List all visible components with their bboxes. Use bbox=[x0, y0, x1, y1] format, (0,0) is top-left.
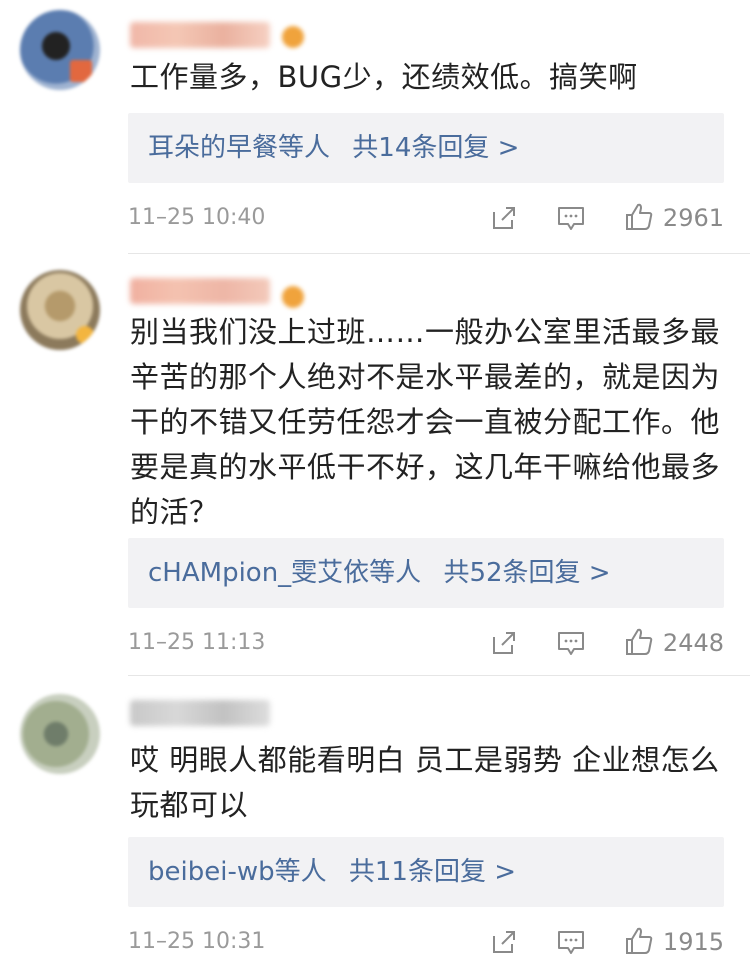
thumbs-up-icon[interactable] bbox=[623, 626, 655, 658]
comment-feed: 工作量多，BUG少，还绩效低。搞笑啊 耳朵的早餐等人 共14条回复 > 11–2… bbox=[0, 0, 750, 963]
like-count: 2961 bbox=[662, 204, 724, 232]
reply-users: 耳朵的早餐等人 bbox=[148, 133, 331, 163]
comment-timestamp: 11–25 10:40 bbox=[128, 205, 266, 230]
thumbs-up-icon[interactable] bbox=[623, 201, 655, 233]
comment-text: 哎 明眼人都能看明白 员工是弱势 企业想怎么玩都可以 bbox=[130, 743, 720, 822]
reply-count: 共14条回复 > bbox=[352, 133, 520, 163]
member-badge-icon bbox=[282, 286, 304, 308]
comment-text: 工作量多，BUG少，还绩效低。搞笑啊 bbox=[130, 60, 638, 94]
like-count: 2448 bbox=[662, 629, 724, 657]
like-count: 1915 bbox=[662, 928, 724, 956]
thumbs-up-icon[interactable] bbox=[623, 925, 655, 957]
member-badge-icon bbox=[282, 26, 304, 48]
comment-icon[interactable] bbox=[556, 629, 586, 657]
reply-count: 共52条回复 > bbox=[443, 558, 611, 588]
username-blurred[interactable] bbox=[130, 278, 270, 304]
divider bbox=[128, 253, 750, 254]
username-blurred[interactable] bbox=[130, 22, 270, 48]
avatar[interactable] bbox=[20, 10, 100, 90]
reply-count: 共11条回复 > bbox=[348, 857, 517, 887]
comment-meta: 11–25 10:31 1915 bbox=[128, 922, 728, 962]
comment-timestamp: 11–25 10:31 bbox=[128, 929, 266, 954]
comment-timestamp: 11–25 11:13 bbox=[128, 630, 266, 655]
comment-icon[interactable] bbox=[556, 928, 586, 956]
reply-summary[interactable]: beibei-wb等人 共11条回复 > bbox=[128, 837, 724, 907]
comment-text: 别当我们没上过班……一般办公室里活最多最辛苦的那个人绝对不是水平最差的，就是因为… bbox=[130, 315, 721, 529]
username-blurred[interactable] bbox=[130, 700, 270, 726]
comment-meta: 11–25 10:40 2961 bbox=[128, 198, 728, 238]
divider bbox=[128, 675, 750, 676]
share-icon[interactable] bbox=[490, 204, 518, 232]
comment-meta: 11–25 11:13 2448 bbox=[128, 623, 728, 663]
comment-icon[interactable] bbox=[556, 204, 586, 232]
share-icon[interactable] bbox=[490, 629, 518, 657]
reply-summary[interactable]: cHAMpion_雯艾依等人 共52条回复 > bbox=[128, 538, 724, 608]
avatar[interactable] bbox=[20, 270, 100, 350]
share-icon[interactable] bbox=[490, 928, 518, 956]
reply-users: beibei-wb等人 bbox=[148, 857, 327, 887]
reply-summary[interactable]: 耳朵的早餐等人 共14条回复 > bbox=[128, 113, 724, 183]
reply-users: cHAMpion_雯艾依等人 bbox=[148, 558, 422, 588]
avatar[interactable] bbox=[20, 694, 100, 774]
